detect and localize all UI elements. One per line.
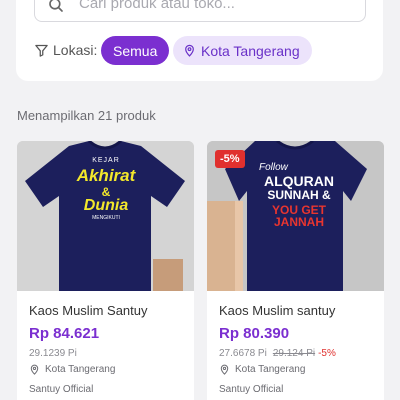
print-line: SUNNAH &	[267, 188, 331, 202]
product-card[interactable]: KEJAR Akhirat & Dunia MENGIKUTI Kaos Mus…	[17, 141, 194, 400]
product-location: Kota Tangerang	[29, 364, 115, 375]
old-points-value: 29.124 Pi	[272, 348, 316, 359]
location-text: Kota Tangerang	[235, 364, 306, 375]
location-text: Kota Tangerang	[45, 364, 116, 375]
filter-card: Cari produk atau toko... Lokasi: Semua K…	[16, 0, 383, 81]
search-icon	[49, 0, 63, 12]
print-line: JANNAH	[273, 215, 324, 229]
print-line: Follow	[259, 162, 288, 173]
product-name: Kaos Muslim santuy	[219, 303, 336, 318]
print-line: ALQURAN	[264, 173, 334, 189]
product-points: 27.6678 Pi 29.124 Pi -5%	[219, 348, 336, 359]
points-value: 29.1239 Pi	[29, 348, 77, 359]
filter-icon	[35, 44, 48, 57]
print-line: KEJAR	[92, 157, 120, 164]
chip-semua-label: Semua	[113, 42, 158, 59]
tshirt-print: Follow ALQURAN SUNNAH & YOU GET JANNAH	[259, 162, 339, 229]
search-input[interactable]: Cari produk atau toko...	[34, 0, 366, 22]
product-price: Rp 80.390	[219, 325, 290, 342]
search-placeholder: Cari produk atau toko...	[79, 0, 235, 12]
location-filter-label: Lokasi:	[34, 41, 97, 59]
discount-badge: -5%	[215, 150, 245, 168]
discount-percent: -5%	[318, 348, 336, 359]
chip-semua[interactable]: Semua	[101, 36, 170, 65]
result-count: Menampilkan 21 produk	[17, 108, 156, 123]
product-price: Rp 84.621	[29, 325, 100, 342]
chip-kota-tangerang[interactable]: Kota Tangerang	[173, 36, 312, 65]
print-line: Dunia	[83, 197, 129, 214]
location-label: Lokasi:	[53, 42, 98, 58]
location-pin-icon	[220, 364, 229, 375]
chip-kota-label: Kota Tangerang	[201, 42, 300, 59]
product-image: KEJAR Akhirat & Dunia MENGIKUTI	[17, 141, 194, 291]
store-name: Santuy Official	[219, 384, 284, 395]
tshirt-print: KEJAR Akhirat & Dunia MENGIKUTI	[67, 157, 145, 221]
points-value: 27.6678 Pi	[219, 348, 267, 359]
product-location: Kota Tangerang	[219, 364, 305, 375]
location-pin-icon	[30, 364, 39, 375]
product-points: 29.1239 Pi	[29, 348, 77, 359]
store-name: Santuy Official	[29, 384, 94, 395]
product-image: Follow ALQURAN SUNNAH & YOU GET JANNAH -…	[207, 141, 384, 291]
print-line: Akhirat	[76, 166, 136, 185]
print-line: MENGIKUTI	[92, 215, 120, 221]
location-pin-icon	[185, 44, 194, 57]
product-name: Kaos Muslim Santuy	[29, 303, 148, 318]
product-card[interactable]: Follow ALQURAN SUNNAH & YOU GET JANNAH -…	[207, 141, 384, 400]
